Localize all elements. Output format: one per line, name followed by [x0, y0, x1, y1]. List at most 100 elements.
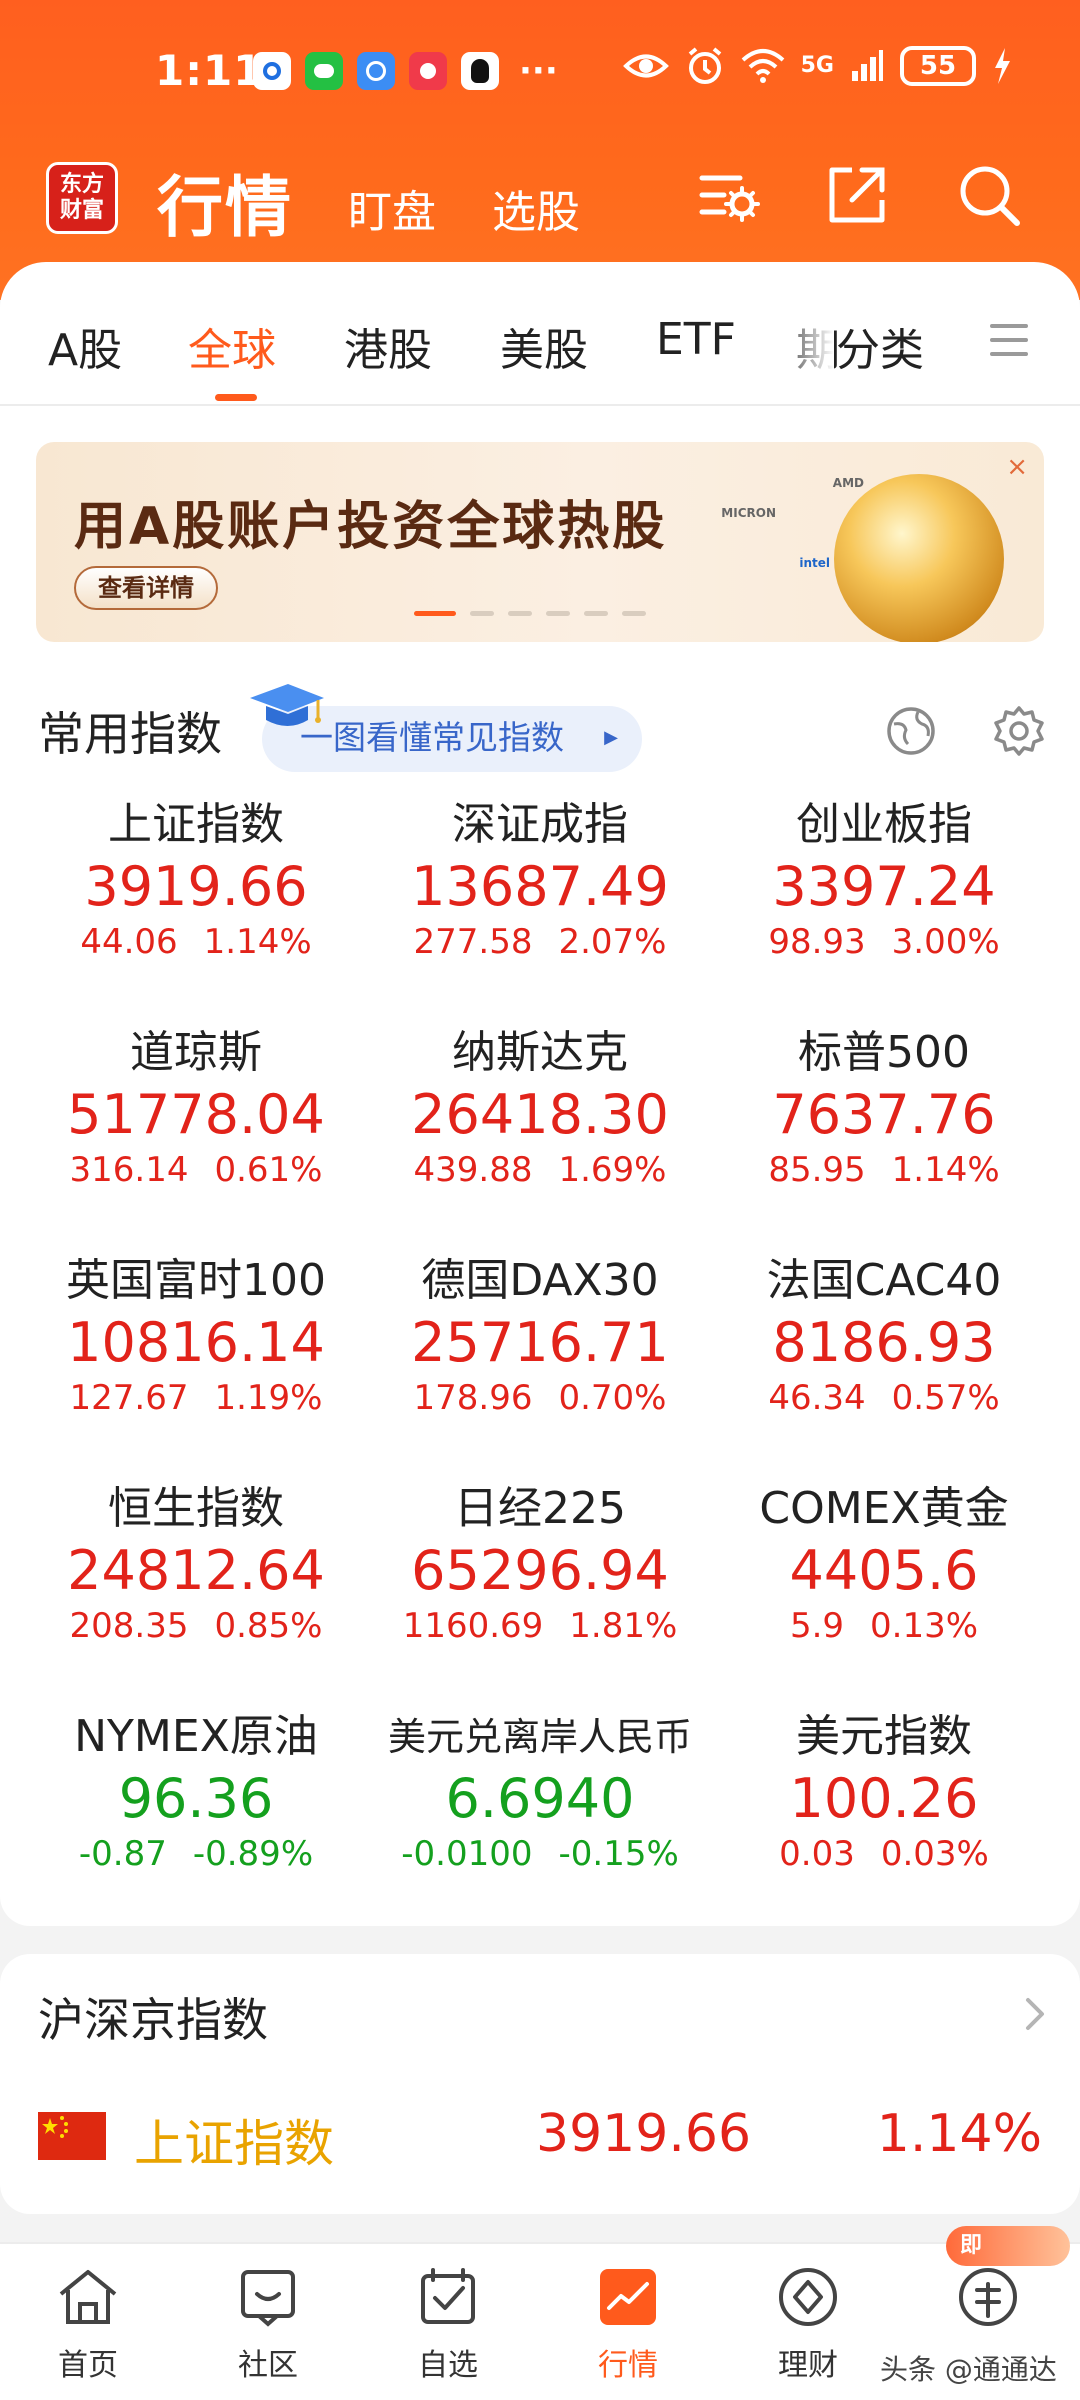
- carousel-dot[interactable]: [414, 611, 456, 616]
- index-change: 439.88 1.69%: [368, 1148, 712, 1192]
- index-change-pct: 2.07%: [558, 922, 667, 962]
- app-root: 1:11 ··· 5G 55 东方 财富 行情 盯盘 选股 A股 全球 港股 美…: [0, 0, 1080, 2400]
- settings-list-icon[interactable]: [694, 160, 764, 230]
- index-cell[interactable]: 法国CAC40 8186.93 46.34 0.57%: [712, 1254, 1056, 1454]
- tab-us-shares[interactable]: 美股: [500, 314, 588, 378]
- share-icon[interactable]: [822, 160, 892, 230]
- index-change: 5.9 0.13%: [712, 1604, 1056, 1648]
- status-bar: 1:11 ··· 5G 55: [0, 0, 1080, 140]
- qq-icon: [461, 52, 499, 90]
- nav-market[interactable]: 行情: [568, 2264, 688, 2384]
- index-name: 上证指数: [108, 799, 284, 850]
- index-name: 美元兑离岸人民币: [387, 1715, 692, 1759]
- tab-a-shares[interactable]: A股: [48, 314, 122, 378]
- index-cell[interactable]: 美元指数 100.26 0.03 0.03%: [712, 1710, 1056, 1910]
- nav-community[interactable]: 社区: [208, 2264, 328, 2384]
- index-cell[interactable]: 创业板指 3397.24 98.93 3.00%: [712, 798, 1056, 998]
- banner-brand-intel: intel: [799, 556, 830, 570]
- home-icon: [59, 2270, 117, 2324]
- index-change: 1160.69 1.81%: [368, 1604, 712, 1648]
- index-change: 127.67 1.19%: [24, 1376, 368, 1420]
- index-change-pct: 1.14%: [203, 922, 312, 962]
- carousel-dot[interactable]: [546, 611, 570, 616]
- index-change-pct: 1.14%: [891, 1150, 1000, 1190]
- tab-etf[interactable]: ETF: [656, 314, 736, 365]
- index-cell[interactable]: 上证指数 3919.66 44.06 1.14%: [24, 798, 368, 998]
- index-cell[interactable]: 美元兑离岸人民币 6.6940 -0.0100 -0.15%: [368, 1710, 712, 1910]
- index-change-pct: 0.61%: [214, 1150, 323, 1190]
- index-price: 25716.71: [411, 1311, 669, 1374]
- index-name: 创业板指: [796, 799, 972, 850]
- chevron-right-icon[interactable]: [1020, 1994, 1050, 2034]
- index-cell[interactable]: 恒生指数 24812.64 208.35 0.85%: [24, 1482, 368, 1682]
- wealth-icon: [779, 2268, 837, 2326]
- index-price: 3919.66: [84, 855, 308, 918]
- index-cell[interactable]: 德国DAX30 25716.71 178.96 0.70%: [368, 1254, 712, 1454]
- page-title: 行情: [157, 169, 293, 246]
- index-cell[interactable]: 纳斯达克 26418.30 439.88 1.69%: [368, 1026, 712, 1226]
- banner-close-icon[interactable]: ×: [1006, 452, 1028, 482]
- index-price: 13687.49: [411, 855, 669, 918]
- nav-open-account[interactable]: [928, 2264, 1048, 2330]
- nav-home[interactable]: 首页: [28, 2264, 148, 2384]
- index-change-pct: 0.57%: [891, 1378, 1000, 1418]
- index-price: 6.6940: [445, 1767, 635, 1830]
- index-name: 道琼斯: [130, 1027, 262, 1078]
- index-cell[interactable]: 深证成指 13687.49 277.58 2.07%: [368, 798, 712, 998]
- index-cell[interactable]: NYMEX原油 96.36 -0.87 -0.89%: [24, 1710, 368, 1910]
- watchlist-icon: [421, 2268, 475, 2324]
- status-time: 1:11: [155, 46, 264, 95]
- index-change-value: -0.87: [78, 1834, 167, 1874]
- menu-icon[interactable]: [990, 322, 1028, 358]
- banner-detail-button[interactable]: 查看详情: [74, 566, 218, 610]
- hs-index-row[interactable]: 上证指数 3919.66 1.14%: [0, 2104, 1080, 2184]
- tab-stock-picker[interactable]: 选股: [492, 176, 580, 240]
- tab-watch[interactable]: 盯盘: [348, 176, 436, 240]
- carousel-dot[interactable]: [470, 611, 494, 616]
- globe-icon[interactable]: [884, 704, 938, 758]
- tab-global[interactable]: 全球: [188, 314, 276, 378]
- nav-wealth-label: 理财: [778, 2348, 838, 2383]
- logo-text-bottom: 财富: [59, 198, 104, 223]
- app-logo[interactable]: 东方 财富: [46, 162, 118, 234]
- watermark-text: 头条 @通通达: [880, 2353, 1057, 2386]
- graduation-cap-icon: [250, 684, 324, 726]
- index-price: 24812.64: [67, 1539, 325, 1602]
- index-change-pct: 1.69%: [558, 1150, 667, 1190]
- index-change-pct: 0.13%: [870, 1606, 979, 1646]
- hs-indices-card: 沪深京指数 上证指数 3919.66 1.14%: [0, 1954, 1080, 2214]
- index-name: 纳斯达克: [452, 1027, 628, 1078]
- battery-indicator: 55: [900, 46, 976, 86]
- index-change-value: -0.0100: [401, 1834, 533, 1874]
- index-name: 德国DAX30: [421, 1255, 659, 1306]
- index-cell[interactable]: 道琼斯 51778.04 316.14 0.61%: [24, 1026, 368, 1226]
- index-change-value: 44.06: [80, 922, 178, 962]
- nav-watchlist[interactable]: 自选: [388, 2264, 508, 2384]
- carousel-dot[interactable]: [584, 611, 608, 616]
- index-guide-label: 一图看懂常见指数: [300, 718, 564, 757]
- china-flag-icon: [38, 2112, 106, 2160]
- index-cell[interactable]: 英国富时100 10816.14 127.67 1.19%: [24, 1254, 368, 1454]
- carousel-dot[interactable]: [622, 611, 646, 616]
- index-price: 7637.76: [772, 1083, 996, 1146]
- search-icon[interactable]: [954, 160, 1024, 230]
- gear-icon[interactable]: [992, 704, 1046, 758]
- index-cell[interactable]: COMEX黄金 4405.6 5.9 0.13%: [712, 1482, 1056, 1682]
- open-account-icon: [959, 2268, 1017, 2326]
- index-change: 316.14 0.61%: [24, 1148, 368, 1192]
- index-change-pct: 0.70%: [558, 1378, 667, 1418]
- index-cell[interactable]: 标普500 7637.76 85.95 1.14%: [712, 1026, 1056, 1226]
- promo-banner[interactable]: 用A股账户投资全球热股 查看详情 AMD MICRON intel ×: [36, 442, 1044, 642]
- promo-badge[interactable]: 即: [946, 2226, 1070, 2266]
- index-change-value: 439.88: [413, 1150, 533, 1190]
- index-change: 85.95 1.14%: [712, 1148, 1056, 1192]
- index-price: 51778.04: [67, 1083, 325, 1146]
- tab-hk-shares[interactable]: 港股: [344, 314, 432, 378]
- carousel-dot[interactable]: [508, 611, 532, 616]
- index-cell[interactable]: 日经225 65296.94 1160.69 1.81%: [368, 1482, 712, 1682]
- index-name: 英国富时100: [66, 1255, 326, 1306]
- index-change-pct: 1.81%: [569, 1606, 678, 1646]
- tab-categories[interactable]: 分类: [836, 314, 924, 378]
- nav-wealth[interactable]: 理财: [748, 2264, 868, 2384]
- play-arrow-icon: ▶: [604, 727, 618, 748]
